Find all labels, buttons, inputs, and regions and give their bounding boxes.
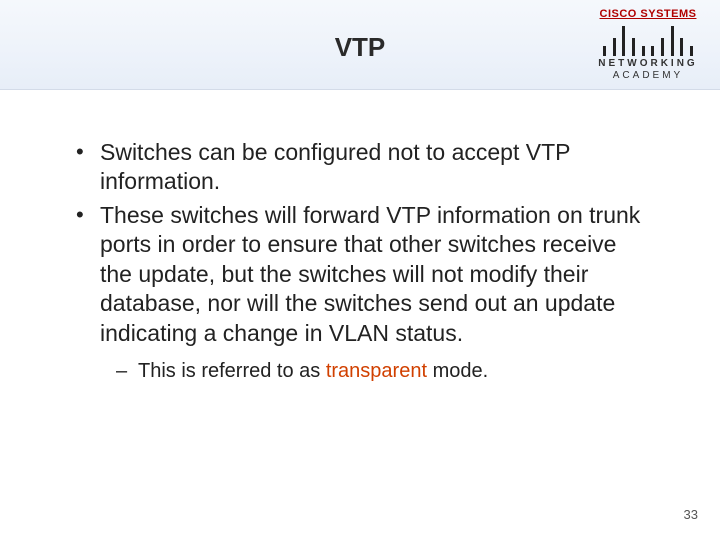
sub-text-suffix: mode. <box>427 360 488 382</box>
bullet-list: Switches can be configured not to accept… <box>70 138 650 384</box>
slide-content: Switches can be configured not to accept… <box>0 90 720 384</box>
sub-bullet-list: This is referred to as transparent mode. <box>112 358 650 384</box>
slide-header: VTP CISCO SYSTEMS NETWORKING ACADEMY <box>0 0 720 90</box>
cisco-bridge-icon <box>603 22 693 56</box>
bullet-text: These switches will forward VTP informat… <box>100 202 640 346</box>
sub-bullet-item: This is referred to as transparent mode. <box>112 358 650 384</box>
bullet-item: These switches will forward VTP informat… <box>70 201 650 384</box>
sub-text-prefix: This is referred to as <box>138 360 326 382</box>
logo-line-academy: ACADEMY <box>588 70 708 81</box>
cisco-logo: CISCO SYSTEMS NETWORKING ACADEMY <box>588 8 708 82</box>
cisco-brand-text: CISCO SYSTEMS <box>588 8 708 20</box>
page-number: 33 <box>684 507 698 522</box>
sub-text-highlight: transparent <box>326 360 427 382</box>
bullet-item: Switches can be configured not to accept… <box>70 138 650 197</box>
logo-line-networking: NETWORKING <box>588 58 708 69</box>
